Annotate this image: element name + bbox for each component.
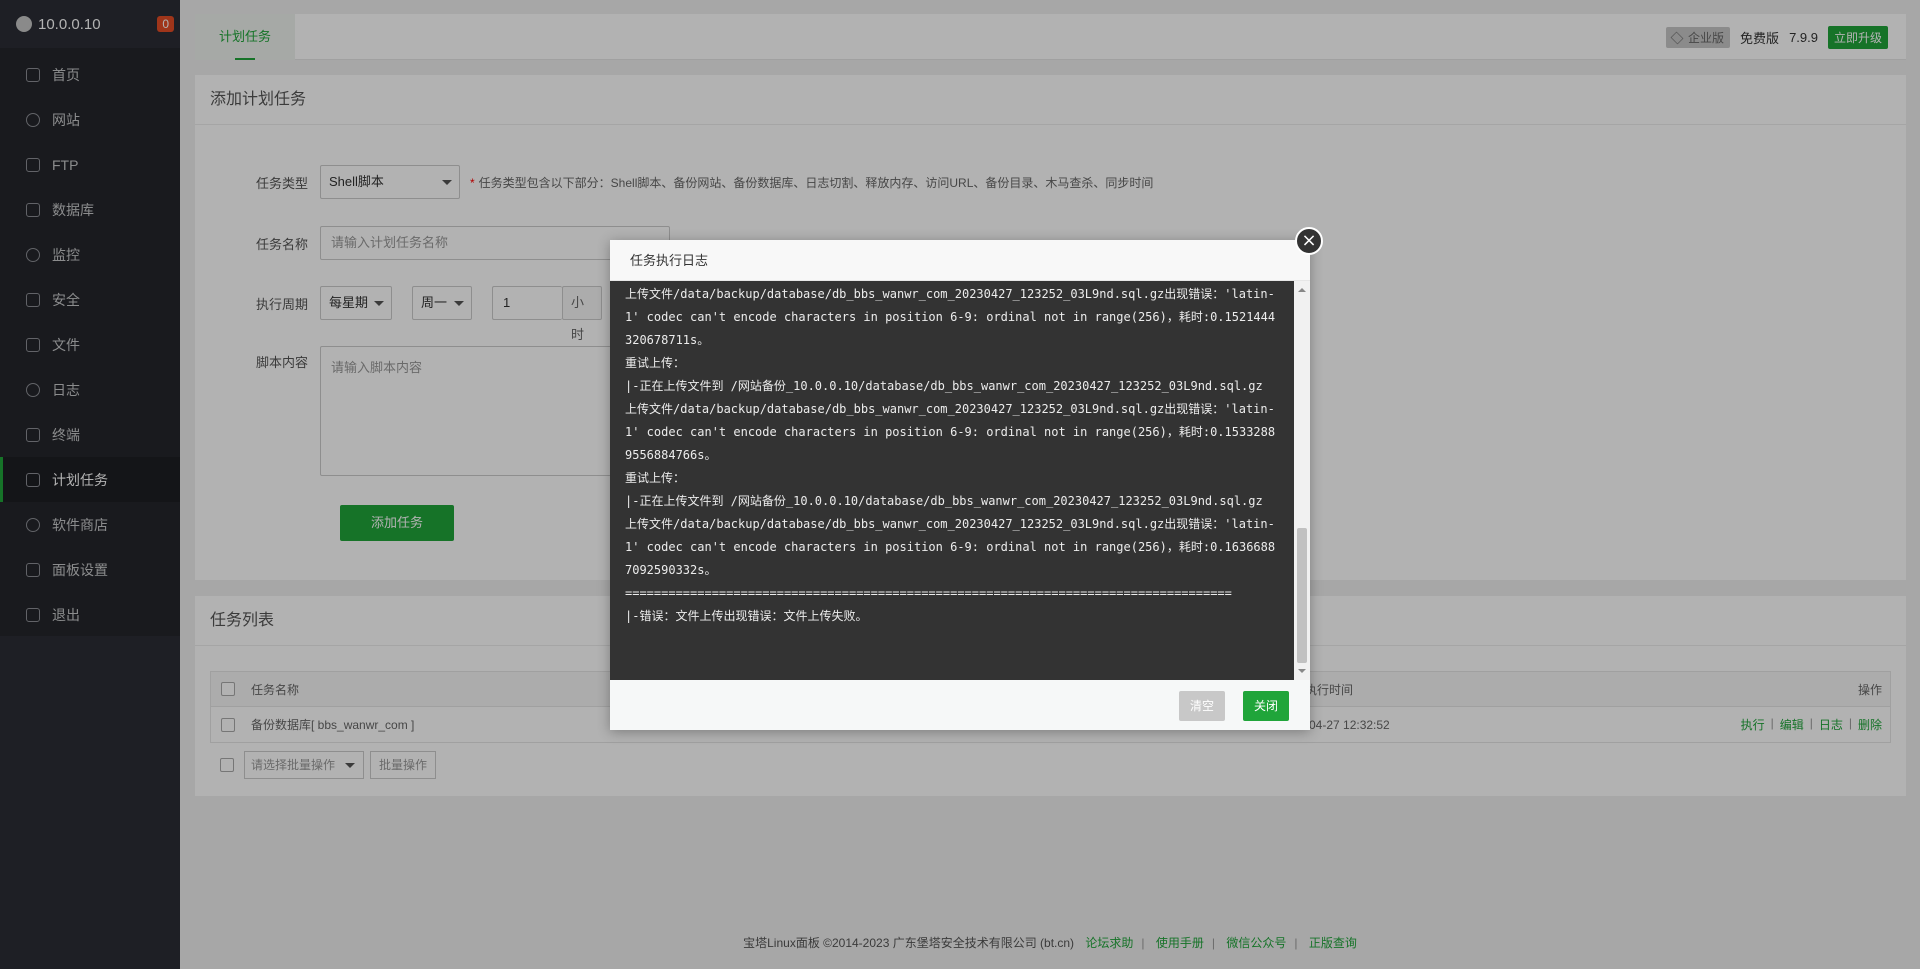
close-button[interactable]: 关闭 (1243, 691, 1289, 721)
clear-button[interactable]: 清空 (1179, 691, 1225, 721)
scroll-thumb[interactable] (1297, 528, 1307, 663)
modal-title: 任务执行日志 (610, 240, 1310, 281)
close-icon[interactable]: × (1295, 227, 1323, 255)
log-line: 重试上传： (625, 356, 686, 370)
scroll-down-icon[interactable] (1298, 669, 1306, 677)
log-line: 上传文件/data/backup/database/db_bbs_wanwr_c… (625, 287, 1276, 347)
log-line: |-正在上传文件到 /网站备份_10.0.0.10/database/db_bb… (625, 379, 1263, 393)
log-modal: 任务执行日志 × 上传文件/data/backup/database/db_bb… (610, 227, 1323, 730)
log-line: 上传文件/data/backup/database/db_bbs_wanwr_c… (625, 402, 1276, 462)
log-line: |-正在上传文件到 /网站备份_10.0.0.10/database/db_bb… (625, 494, 1263, 508)
log-scrollbar[interactable] (1294, 281, 1310, 680)
log-line: 上传文件/data/backup/database/db_bbs_wanwr_c… (625, 517, 1276, 577)
log-content: 上传文件/data/backup/database/db_bbs_wanwr_c… (610, 281, 1294, 680)
modal-footer: 清空 关闭 (610, 680, 1310, 730)
log-line: |-错误：文件上传出现错误：文件上传失败。 (625, 609, 868, 623)
log-line: ========================================… (625, 586, 1232, 600)
scroll-up-icon[interactable] (1298, 284, 1306, 292)
log-line: 重试上传： (625, 471, 686, 485)
